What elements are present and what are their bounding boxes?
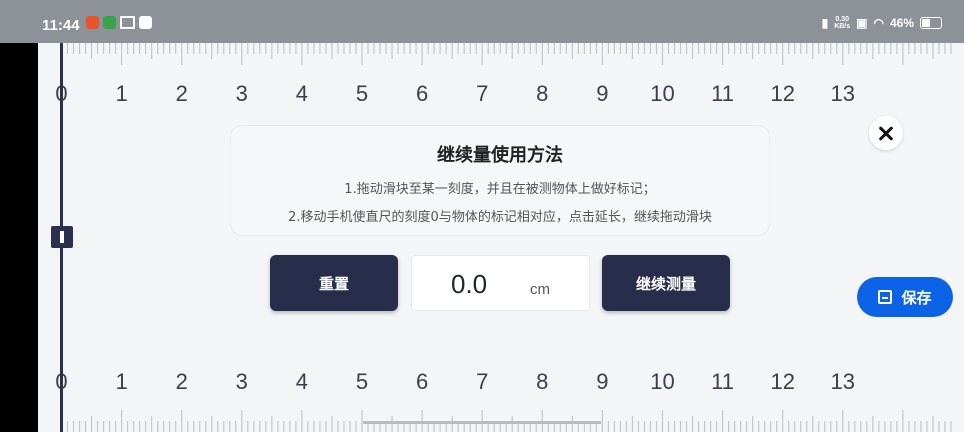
message-icon <box>139 16 152 29</box>
crown-icon <box>120 16 135 29</box>
ruler-top-label: 3 <box>236 81 248 106</box>
ruler-bottom-label: 3 <box>236 369 248 394</box>
ruler-top-label: 6 <box>416 81 428 106</box>
instructions-line-1: 1.拖动滑块至某一刻度，并且在被测物体上做好标记； <box>344 182 656 197</box>
ruler-top-label: 13 <box>831 81 855 106</box>
continue-measure-button[interactable]: 继续测量 <box>602 255 730 311</box>
ruler[interactable]: 012345678910111213012345678910111213 <box>38 43 964 432</box>
notification-icons <box>86 16 152 29</box>
ruler-top-label: 2 <box>176 81 188 106</box>
close-icon[interactable] <box>869 116 903 150</box>
left-bezel <box>0 43 38 432</box>
ruler-canvas[interactable]: 012345678910111213012345678910111213 继续量… <box>38 43 964 432</box>
ruler-bottom-label: 11 <box>711 369 734 394</box>
status-time: 11:44 <box>42 17 80 34</box>
ruler-bottom-label: 8 <box>536 369 548 394</box>
save-label: 保存 <box>901 288 932 307</box>
ruler-top-label: 4 <box>296 81 308 106</box>
ruler-top-label: 8 <box>536 81 548 106</box>
app-notification-icon <box>86 16 99 29</box>
vibrate-icon: ▮ <box>821 16 829 30</box>
status-bar: 11:44 ▮ 0.30 KB/s ▣ ◠ 46% <box>0 0 964 43</box>
ruler-top-label: 10 <box>650 81 674 106</box>
ruler-bottom-label: 4 <box>296 369 308 394</box>
app-notification-icon <box>103 16 116 29</box>
ruler-bottom-label: 5 <box>356 369 368 394</box>
range-indicator <box>363 421 601 424</box>
measurement-unit: cm <box>530 281 550 298</box>
ruler-bottom-label: 2 <box>176 369 188 394</box>
save-button[interactable]: 保存 <box>857 277 953 317</box>
ruler-top-label: 9 <box>596 81 608 106</box>
ruler-bottom-label: 13 <box>831 369 855 394</box>
battery-icon <box>920 17 942 29</box>
ruler-bottom-label: 6 <box>416 369 428 394</box>
ruler-top-label: 11 <box>711 81 734 106</box>
net-speed: 0.30 KB/s <box>834 16 851 30</box>
instructions-card: 继续量使用方法 1.拖动滑块至某一刻度，并且在被测物体上做好标记； 2.移动手机… <box>230 125 770 236</box>
reset-button[interactable]: 重置 <box>270 255 398 311</box>
ruler-bottom-label: 9 <box>596 369 608 394</box>
instructions-title: 继续量使用方法 <box>437 145 563 166</box>
save-icon <box>878 290 893 304</box>
status-right: ▮ 0.30 KB/s ▣ ◠ 46% <box>822 16 942 30</box>
ruler-top-label: 1 <box>115 81 127 106</box>
measurement-value: 0.0 <box>451 269 488 299</box>
instructions-line-2: 2.移动手机使直尺的刻度0与物体的标记相对应，点击延长，继续拖动滑块 <box>288 210 712 225</box>
ruler-bottom-label: 10 <box>650 369 674 394</box>
ruler-bottom-label: 12 <box>770 369 794 394</box>
battery-text: 46% <box>889 16 914 30</box>
ruler-bottom-label: 1 <box>115 369 127 394</box>
ruler-bottom-label: 7 <box>476 369 488 394</box>
measurement-display: 0.0 cm <box>411 255 590 311</box>
ruler-top-label: 7 <box>476 81 488 106</box>
ruler-top-label: 5 <box>356 81 368 106</box>
wifi-icon: ◠ <box>873 16 884 30</box>
sim-off-icon: ▣ <box>856 16 868 30</box>
ruler-top-label: 12 <box>770 81 794 106</box>
slider-handle[interactable] <box>51 226 73 248</box>
